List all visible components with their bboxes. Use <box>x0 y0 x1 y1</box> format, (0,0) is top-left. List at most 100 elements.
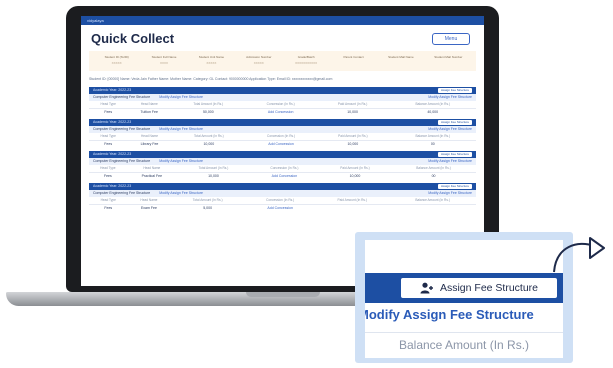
column-header: Balance Amount (In Rs.) <box>389 197 476 205</box>
user-plus-icon <box>420 282 433 294</box>
fee-section: Academic Year: 2022-23 Assign Fee Struct… <box>89 183 476 212</box>
add-concession-link[interactable]: Add Concession <box>246 140 316 148</box>
divider <box>365 332 563 333</box>
table-cell: 5,000 <box>203 206 213 211</box>
course-row: Computer Engineering Fee Structure Modif… <box>89 94 476 101</box>
student-info-line: Student ID: [00000] Name: Veda Jain Fath… <box>89 77 333 81</box>
table-row: Fees Practical Fee 10,000 Add Concession… <box>89 172 476 180</box>
column-header: Head Name <box>127 133 172 141</box>
column-header: Total Amount (In Rs.) <box>171 133 247 141</box>
table-cell: 00 <box>430 142 435 147</box>
title-row: Quick Collect Menu <box>81 25 484 49</box>
modify-fee-link[interactable]: Modify Assign Fee Structure <box>159 159 203 163</box>
column-header: Paid Amount (In Rs.) <box>316 133 390 141</box>
summary-item: Parent Contact <box>343 55 364 59</box>
course-name: Computer Engineering Fee Structure <box>93 159 151 163</box>
assign-fee-structure-button[interactable]: Assign Fee Structure <box>437 120 472 125</box>
assign-fee-structure-button[interactable]: Assign Fee Structure <box>400 277 558 299</box>
fee-table: Head Type Head Name Total Amount (In Rs.… <box>89 101 476 116</box>
fee-section: Academic Year: 2022-23 Assign Fee Struct… <box>89 87 476 116</box>
table-cell: Fees <box>104 142 113 147</box>
course-row: Computer Engineering Fee Structure Modif… <box>89 126 476 133</box>
column-header: Head Type <box>89 101 128 109</box>
modify-fee-link[interactable]: Modify Assign Fee Structure <box>365 307 563 329</box>
column-header: Head Name <box>127 101 172 109</box>
modify-fee-link[interactable]: Modify Assign Fee Structure <box>159 95 203 99</box>
assign-fee-structure-button[interactable]: Assign Fee Structure <box>437 88 472 93</box>
column-header: Head Type <box>89 197 128 205</box>
modify-fee-link[interactable]: Modify Assign Fee Structure <box>428 191 472 195</box>
modify-fee-link[interactable]: Modify Assign Fee Structure <box>159 191 203 195</box>
table-cell: Fees <box>103 174 112 179</box>
column-header: Total Amount (In Rs.) <box>170 197 246 205</box>
summary-item: Student Unit Name XXXXX <box>198 55 225 65</box>
modify-fee-link[interactable]: Modify Assign Fee Structure <box>159 127 203 131</box>
table-cell: Tuition Fee <box>140 110 158 115</box>
app-topbar: vidyalaya <box>81 16 484 25</box>
balance-amount-header: Balance Amount (In Rs.) <box>398 338 530 352</box>
course-row: Computer Engineering Fee Structure Modif… <box>89 158 476 165</box>
table-cell <box>389 204 476 212</box>
table-cell: 10,000 <box>203 142 215 147</box>
table-cell: Practical Fee <box>141 174 163 179</box>
table-cell: 10,000 <box>347 142 359 147</box>
zoom-panel: Assign Fee Structure Modify Assign Fee S… <box>365 240 563 358</box>
app-logo-text: vidyalaya <box>87 18 104 23</box>
table-cell: 10,000 <box>347 110 358 115</box>
column-header: Balance Amount (In Rs.) <box>389 133 476 141</box>
table-cell: Library Fee <box>140 142 159 147</box>
section-header: Academic Year: 2022-23 Assign Fee Struct… <box>89 87 476 94</box>
column-header: Total Amount (In Rs.) <box>171 101 246 109</box>
column-header: Concession (In Rs.) <box>245 197 316 205</box>
modify-fee-link[interactable]: Modify Assign Fee Structure <box>428 127 472 131</box>
fee-table: Head Type Head Name Total Amount (In Rs.… <box>89 133 476 148</box>
summary-item: Student ID (SUID) XXXXX <box>104 55 129 65</box>
column-header: Concession (In Rs.) <box>246 133 317 141</box>
table-cell: Exam Fee <box>140 206 157 211</box>
table-row: Fees Library Fee 10,000 Add Concession 1… <box>89 140 476 148</box>
laptop-notch <box>246 292 320 297</box>
academic-year: Academic Year: 2022-23 <box>93 120 132 124</box>
section-header: Academic Year: 2022-23 Assign Fee Struct… <box>89 119 476 126</box>
assign-fee-structure-button[interactable]: Assign Fee Structure <box>437 184 472 189</box>
curved-arrow-icon <box>553 237 605 273</box>
course-name: Computer Engineering Fee Structure <box>93 127 151 131</box>
table-cell: 00 <box>431 174 436 179</box>
summary-item: Student Mail Number <box>434 55 463 59</box>
add-concession-link[interactable]: Add Concession <box>245 204 315 212</box>
summary-item: Grade/Batch XXXXXXXXXXX <box>295 55 318 65</box>
course-name: Computer Engineering Fee Structure <box>93 95 151 99</box>
academic-year: Academic Year: 2022-23 <box>93 88 132 92</box>
column-header: Paid Amount (In Rs.) <box>318 165 392 173</box>
table-cell: Fees <box>104 206 113 211</box>
table-cell: 10,000 <box>349 174 361 179</box>
fee-table: Head Type Head Name Total Amount (In Rs.… <box>89 165 476 180</box>
column-header: Concession (In Rs.) <box>250 165 319 173</box>
column-header: Paid Amount (In Rs.) <box>315 197 390 205</box>
modify-fee-link[interactable]: Modify Assign Fee Structure <box>428 159 472 163</box>
menu-button[interactable]: Menu <box>432 33 470 45</box>
table-cell: 50,000 <box>202 110 214 115</box>
column-header: Head Type <box>89 165 127 173</box>
table-row: Fees Exam Fee 5,000 Add Concession <box>89 204 476 212</box>
column-header: Total Amount (In Rs.) <box>176 165 251 173</box>
table-cell: 40,000 <box>427 110 439 115</box>
section-header: Academic Year: 2022-23 Assign Fee Struct… <box>89 151 476 158</box>
assign-fee-structure-label: Assign Fee Structure <box>439 282 539 294</box>
fee-table: Head Type Head Name Total Amount (In Rs.… <box>89 197 476 212</box>
add-concession-link[interactable]: Add Concession <box>246 108 316 116</box>
section-header: Academic Year: 2022-23 Assign Fee Struct… <box>89 183 476 190</box>
course-row: Computer Engineering Fee Structure Modif… <box>89 190 476 197</box>
page-title: Quick Collect <box>91 31 175 46</box>
column-header: Head Name <box>127 197 171 205</box>
table-cell <box>315 204 389 212</box>
add-concession-link[interactable]: Add Concession <box>250 172 319 180</box>
modify-fee-link[interactable]: Modify Assign Fee Structure <box>428 95 472 99</box>
column-header: Paid Amount (In Rs.) <box>315 101 390 109</box>
academic-year: Academic Year: 2022-23 <box>93 184 132 188</box>
table-cell: 10,000 <box>208 174 219 179</box>
student-summary: Student ID (SUID) XXXXX Student Full Name… <box>89 51 476 71</box>
academic-year: Academic Year: 2022-23 <box>93 152 132 156</box>
summary-item: Student Mail Name <box>388 55 414 59</box>
assign-fee-structure-button[interactable]: Assign Fee Structure <box>437 152 472 157</box>
